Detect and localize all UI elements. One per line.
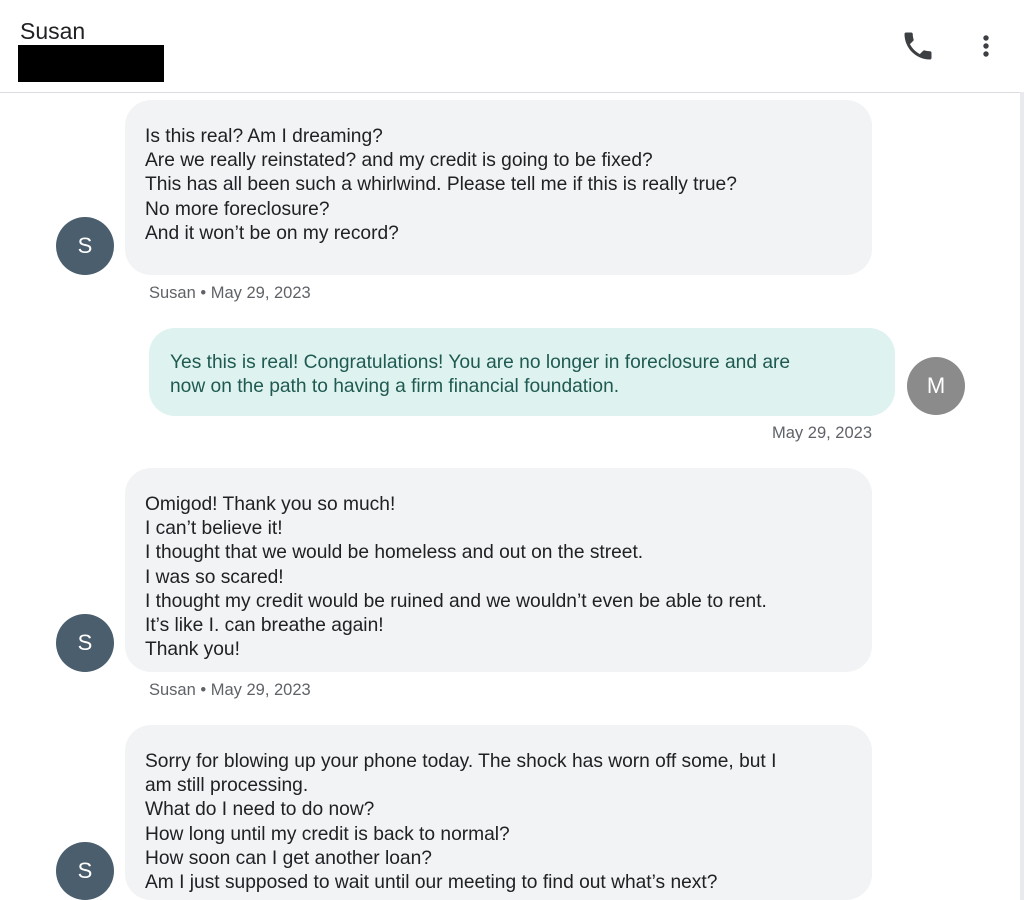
call-button[interactable] bbox=[900, 28, 936, 64]
message-line: This has all been such a whirlwind. Plea… bbox=[145, 174, 737, 196]
more-options-button[interactable] bbox=[970, 28, 1002, 64]
message-line: now on the path to having a firm financi… bbox=[170, 376, 620, 398]
contact-avatar[interactable]: S bbox=[56, 842, 114, 900]
message-meta: Susan • May 29, 2023 bbox=[149, 284, 311, 302]
message-line: Yes this is real! Congratulations! You a… bbox=[170, 352, 791, 373]
message-line: Sorry for blowing up your phone today. T… bbox=[145, 751, 777, 772]
message-line: No more foreclosure? bbox=[145, 198, 330, 220]
message-line: And it won’t be on my record? bbox=[145, 222, 399, 244]
more-vert-icon bbox=[983, 35, 989, 57]
message-meta: Susan • May 29, 2023 bbox=[149, 681, 311, 699]
message-line: Omigod! Thank you so much! bbox=[145, 494, 396, 515]
message-bubble-incoming[interactable]: Omigod! Thank you so much! I can’t belie… bbox=[125, 468, 872, 672]
message-line: I can’t believe it! bbox=[145, 518, 283, 540]
message-bubble-outgoing[interactable]: Yes this is real! Congratulations! You a… bbox=[149, 328, 895, 416]
message-line: Am I just supposed to wait until our mee… bbox=[145, 872, 718, 894]
message-line: am still processing. bbox=[145, 775, 309, 797]
scrollbar-track[interactable] bbox=[1020, 92, 1024, 900]
message-line: How soon can I get another loan? bbox=[145, 847, 432, 869]
avatar-letter: S bbox=[77, 858, 93, 883]
message-line: How long until my credit is back to norm… bbox=[145, 823, 510, 845]
message-line: Thank you! bbox=[145, 639, 240, 661]
message-line: Is this real? Am I dreaming? bbox=[145, 126, 383, 147]
message-line: It’s like I. can breathe again! bbox=[145, 615, 384, 637]
avatar-letter: M bbox=[926, 373, 946, 398]
contact-name: Susan bbox=[20, 18, 86, 44]
contact-avatar[interactable]: S bbox=[56, 614, 114, 672]
message-line: I was so scared! bbox=[145, 566, 284, 588]
contact-avatar[interactable]: S bbox=[56, 217, 114, 275]
avatar-letter: S bbox=[77, 630, 93, 655]
message-line: Are we really reinstated? and my credit … bbox=[145, 150, 653, 172]
message-line: I thought that we would be homeless and … bbox=[145, 542, 644, 564]
message-bubble-incoming[interactable]: Sorry for blowing up your phone today. T… bbox=[125, 725, 872, 900]
message-meta: May 29, 2023 bbox=[772, 424, 872, 442]
avatar-letter: S bbox=[77, 233, 93, 258]
redacted-phone-number bbox=[18, 45, 164, 82]
message-line: I thought my credit would be ruined and … bbox=[145, 590, 767, 612]
self-avatar[interactable]: M bbox=[907, 357, 965, 415]
conversation-header: Susan bbox=[0, 0, 1024, 93]
phone-icon bbox=[904, 32, 932, 60]
message-line: What do I need to do now? bbox=[145, 799, 375, 821]
message-bubble-incoming[interactable]: Is this real? Am I dreaming? Are we real… bbox=[125, 100, 872, 275]
